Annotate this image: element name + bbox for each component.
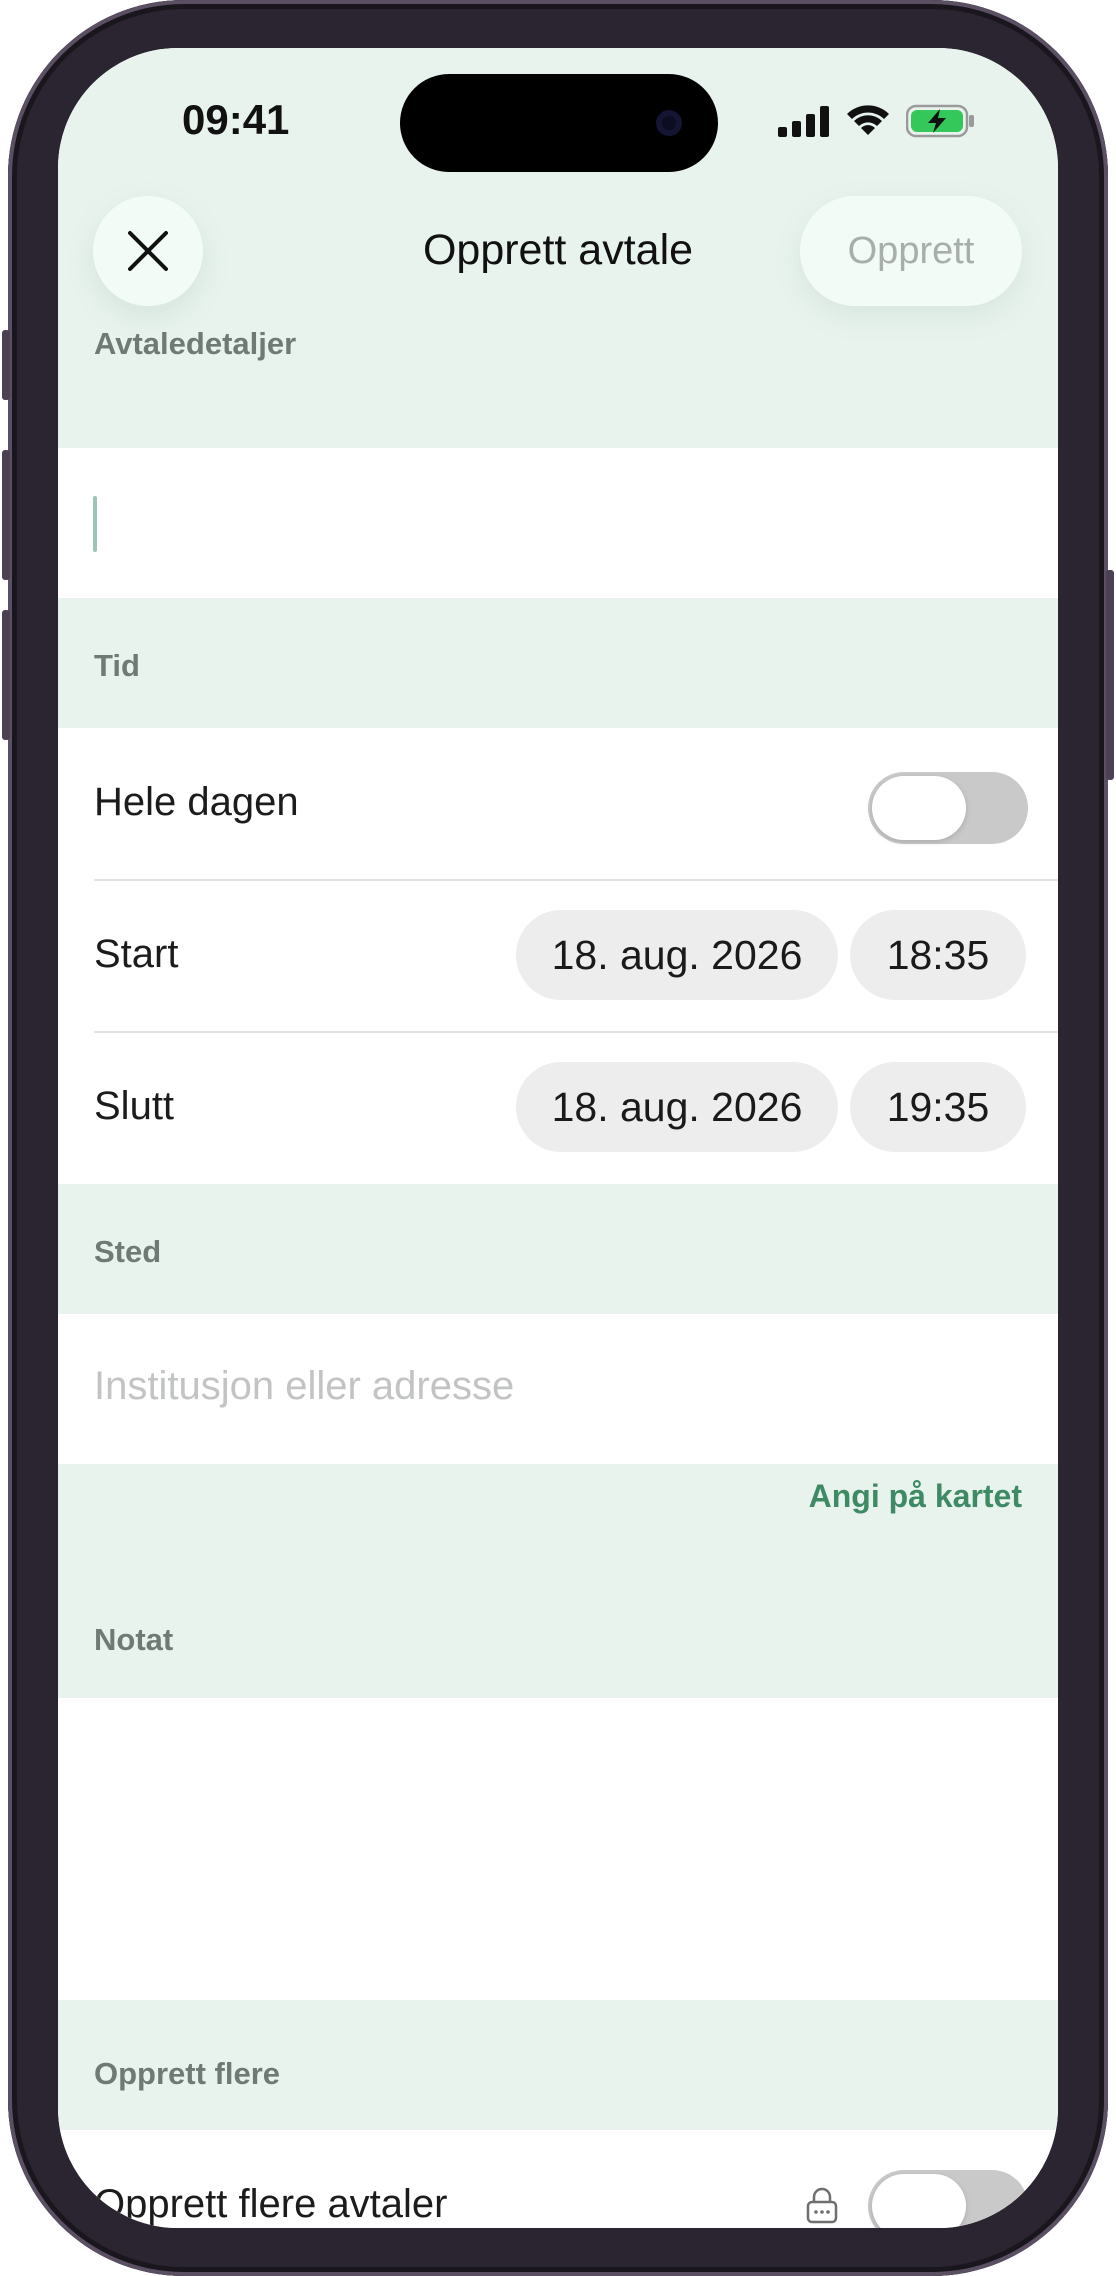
- section-time-label: Tid: [94, 648, 140, 683]
- section-place-label: Sted: [94, 1234, 162, 1269]
- signal-icon: [778, 106, 829, 137]
- set-on-map-link[interactable]: Angi på kartet: [809, 1478, 1022, 1515]
- create-button[interactable]: Opprett: [800, 196, 1022, 306]
- start-date-button[interactable]: 18. aug. 2026: [516, 910, 838, 1000]
- end-time-button[interactable]: 19:35: [850, 1062, 1026, 1152]
- time-group: Hele dagen Start 18. aug. 2026 18:35 Slu…: [58, 728, 1058, 1184]
- section-time-header: Tid: [58, 598, 1058, 728]
- lock-icon: [806, 2187, 838, 2224]
- status-bar: 09:41: [58, 48, 1058, 188]
- section-details-label: Avtaledetaljer: [94, 326, 297, 361]
- create-more-toggle-label: Opprett flere avtaler: [94, 2182, 448, 2226]
- divider: [94, 879, 1058, 881]
- status-icons: [778, 104, 976, 138]
- create-more-toggle[interactable]: [868, 2170, 1028, 2228]
- section-create-more-label: Opprett flere: [94, 2056, 281, 2091]
- toggle-knob: [872, 2174, 966, 2228]
- start-time-button[interactable]: 18:35: [850, 910, 1026, 1000]
- app-screen: 09:41 Opprett avtale Opprett Avtaledetal…: [58, 48, 1058, 2228]
- title-input[interactable]: [58, 448, 1058, 598]
- wifi-icon: [847, 105, 889, 135]
- battery-charging-icon: [906, 104, 974, 138]
- status-time: 09:41: [182, 96, 290, 143]
- note-input[interactable]: [58, 1698, 1058, 2000]
- mute-switch: [2, 330, 10, 400]
- toggle-knob: [872, 776, 966, 840]
- all-day-toggle[interactable]: [868, 772, 1028, 844]
- section-note-label: Notat: [94, 1622, 174, 1657]
- section-place-header: Sted: [58, 1184, 1058, 1314]
- end-date-button[interactable]: 18. aug. 2026: [516, 1062, 838, 1152]
- section-create-more-header: Opprett flere: [58, 2000, 1058, 2130]
- end-label: Slutt: [94, 1084, 175, 1128]
- all-day-label: Hele dagen: [94, 780, 299, 824]
- volume-up-button: [2, 450, 10, 580]
- create-more-row: Opprett flere avtaler: [58, 2130, 1058, 2228]
- dynamic-island: [400, 74, 718, 172]
- divider: [94, 1031, 1058, 1033]
- start-label: Start: [94, 932, 179, 976]
- text-cursor: [93, 496, 97, 552]
- volume-down-button: [2, 610, 10, 740]
- camera-icon: [656, 110, 682, 136]
- phone-device: 09:41 Opprett avtale Opprett Avtaledetal…: [0, 0, 1116, 2276]
- place-placeholder: Institusjon eller adresse: [94, 1364, 515, 1408]
- power-button: [1106, 570, 1114, 780]
